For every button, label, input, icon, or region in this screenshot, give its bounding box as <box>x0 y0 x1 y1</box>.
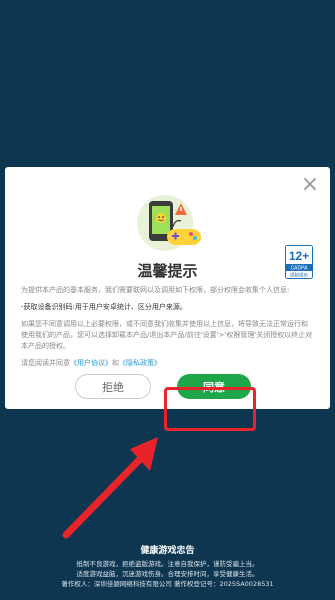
copyright-line: 著作权人：深圳佳颖网络科技有限公司 著作权登记号：2025SA0028531 <box>61 580 274 588</box>
agree-highlight-box <box>164 387 256 431</box>
advisory-line-2: 适度游戏益脑，沉迷游戏伤身。合理安排时间，享受健康生活。 <box>76 570 259 578</box>
phone-gamepad-illustration <box>137 195 201 251</box>
user-agreement-link[interactable]: 《用户协议》 <box>70 359 112 367</box>
agreement-line: 请您阅读并同意《用户协议》和《隐私政策》 <box>21 358 314 369</box>
pointer-arrow-icon <box>62 437 158 539</box>
advisory-line-1: 抵制不良游戏，拒绝盗版游戏。注意自我保护，谨防受骗上当。 <box>76 560 259 568</box>
health-advisory: 健康游戏忠告 抵制不良游戏，拒绝盗版游戏。注意自我保护，谨防受骗上当。 适度游戏… <box>0 543 335 589</box>
dialog-title: 温馨提示 <box>137 262 198 280</box>
advisory-title: 健康游戏忠告 <box>140 546 195 556</box>
privacy-policy-link[interactable]: 《隐私政策》 <box>119 359 161 367</box>
intro-text: 为提供本产品的基本服务，我们需要联网以及调用如下权限，部分权限会收集个人信息: <box>21 286 290 294</box>
permission-dialog: × 12+ CADPA 适龄提示 温馨提示 为提供本产品的基本服务，我们需要联网… <box>5 167 330 409</box>
reject-button[interactable]: 拒绝 <box>75 374 151 399</box>
close-icon[interactable]: × <box>300 174 320 196</box>
dialog-body: 为提供本产品的基本服务，我们需要联网以及调用如下权限，部分权限会收集个人信息: … <box>21 285 314 375</box>
and-text: 和 <box>112 359 119 367</box>
notice-text: 如果您不同意调用以上必要权限，或不同意我们收集并使用以上信息，将导致无法正常运行… <box>21 320 313 350</box>
permission-item: -获取设备识别码:用于用户安卓统计、区分用户来源。 <box>21 303 187 311</box>
agreement-prefix: 请您阅读并同意 <box>21 359 70 367</box>
